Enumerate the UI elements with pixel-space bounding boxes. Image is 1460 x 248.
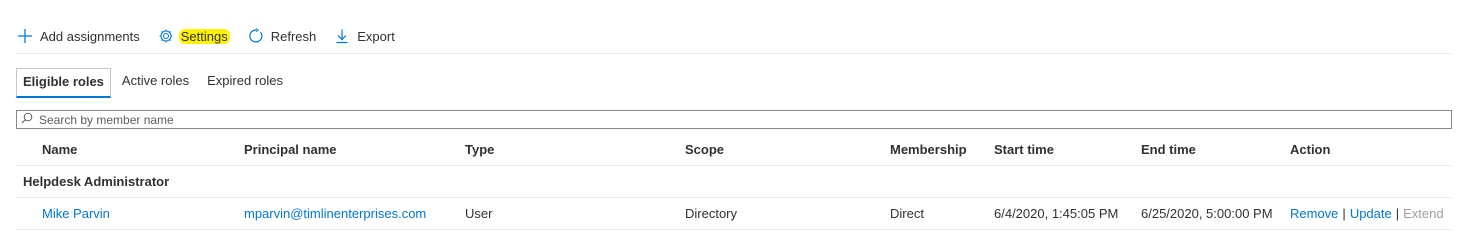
command-bar: Add assignments Settings Refresh Export	[16, 24, 412, 48]
group-row[interactable]: Helpdesk Administrator	[16, 166, 1452, 198]
plus-icon	[16, 27, 34, 45]
membership-cell: Direct	[890, 206, 924, 221]
start-time-cell: 6/4/2020, 1:45:05 PM	[994, 206, 1119, 221]
settings-label: Settings	[178, 28, 230, 44]
extend-link: Extend	[1403, 206, 1444, 221]
end-time-cell: 6/25/2020, 5:00:00 PM	[1141, 206, 1273, 221]
action-cell: Remove | Update | Extend	[1290, 198, 1444, 230]
column-header-name[interactable]: Name	[42, 134, 77, 166]
table-header: Name Principal name Type Scope Membershi…	[16, 134, 1452, 166]
tab-active-roles[interactable]: Active roles	[115, 68, 196, 98]
column-header-end-time[interactable]: End time	[1141, 134, 1196, 166]
column-header-principal[interactable]: Principal name	[244, 134, 336, 166]
add-assignments-label: Add assignments	[40, 28, 140, 44]
tab-eligible-roles[interactable]: Eligible roles	[16, 68, 111, 98]
export-label: Export	[357, 28, 395, 44]
assignments-table: Name Principal name Type Scope Membershi…	[16, 134, 1452, 230]
search-icon	[21, 112, 33, 127]
refresh-button[interactable]: Refresh	[247, 27, 317, 45]
search-box	[16, 110, 1452, 129]
action-separator: |	[1395, 206, 1400, 221]
column-header-action: Action	[1290, 142, 1331, 157]
table-row[interactable]: Mike Parvin mparvin@timlinenterprises.co…	[16, 198, 1452, 230]
tab-expired-roles[interactable]: Expired roles	[200, 68, 290, 98]
principal-name-link[interactable]: mparvin@timlinenterprises.com	[244, 198, 426, 230]
member-name-link[interactable]: Mike Parvin	[42, 198, 110, 230]
group-label: Helpdesk Administrator	[23, 174, 170, 189]
update-link[interactable]: Update	[1350, 206, 1392, 221]
settings-button[interactable]: Settings	[157, 27, 230, 45]
toolbar-divider	[16, 53, 1452, 54]
remove-link[interactable]: Remove	[1290, 206, 1338, 221]
column-header-start-time[interactable]: Start time	[994, 134, 1054, 166]
refresh-icon	[247, 27, 265, 45]
scope-cell: Directory	[685, 206, 738, 221]
type-cell: User	[465, 206, 493, 221]
column-header-scope[interactable]: Scope	[685, 134, 724, 166]
role-tabs: Eligible roles Active roles Expired role…	[16, 68, 294, 98]
download-icon	[333, 27, 351, 45]
gear-icon	[157, 27, 175, 45]
column-header-membership[interactable]: Membership	[890, 134, 967, 166]
add-assignments-button[interactable]: Add assignments	[16, 27, 140, 45]
refresh-label: Refresh	[270, 28, 317, 44]
column-header-type[interactable]: Type	[465, 134, 494, 166]
search-input[interactable]	[33, 111, 633, 128]
export-button[interactable]: Export	[333, 27, 395, 45]
action-separator: |	[1342, 206, 1346, 221]
